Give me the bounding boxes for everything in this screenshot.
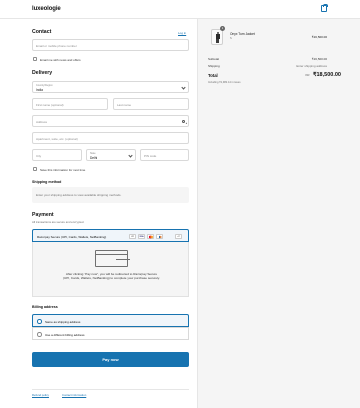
shopping-bag-icon[interactable]: [321, 4, 328, 12]
shipping-message: Enter your shipping address to view avai…: [36, 193, 122, 197]
shipping-heading: Shipping method: [32, 180, 62, 184]
store-logo[interactable]: luxeologie: [32, 6, 61, 12]
shipping-label: Shipping: [208, 64, 220, 68]
product-name: Onyx Turn Jacket: [230, 32, 255, 36]
razorpay-option[interactable]: Razorpay Secure (UPI, Cards, Wallets, Ne…: [32, 229, 189, 242]
total-label: Total: [208, 73, 218, 78]
news-checkbox[interactable]: [33, 57, 37, 61]
city-placeholder: City: [36, 154, 42, 158]
currency-code: INR: [305, 74, 310, 77]
last-name-field[interactable]: Last name: [113, 98, 189, 110]
email-placeholder: Email or mobile phone number: [36, 44, 77, 48]
first-name-field[interactable]: First name (optional): [32, 98, 108, 110]
footer-divider: [32, 389, 189, 390]
delivery-heading: Delivery: [32, 70, 53, 76]
more-methods-badge: +17: [175, 234, 182, 239]
header: luxeologie: [0, 0, 360, 19]
save-info-checkbox[interactable]: [33, 167, 37, 171]
pay-now-button[interactable]: Pay now: [32, 352, 189, 367]
chevron-down-icon: [181, 85, 186, 90]
contact-heading: Contact: [32, 29, 52, 35]
apartment-placeholder: Apartment, suite, etc. (optional): [36, 137, 78, 141]
jacket-image: [215, 32, 220, 43]
billing-same-option[interactable]: Same as shipping address: [32, 314, 189, 327]
pin-code-placeholder: PIN code: [144, 154, 157, 158]
product-price: ₹16,500.00: [311, 35, 327, 39]
product-variant: S: [230, 37, 232, 40]
rupay-icon: [156, 234, 163, 239]
refund-policy-link[interactable]: Refund policy: [32, 393, 49, 397]
billing-heading: Billing address: [32, 305, 58, 309]
radio-selected-icon: [37, 319, 42, 324]
razorpay-label: Razorpay Secure (UPI, Cards, Wallets, Ne…: [37, 234, 107, 239]
last-name-placeholder: Last name: [117, 103, 132, 107]
country-select[interactable]: Country/Region India: [32, 81, 189, 93]
state-select[interactable]: State Delhi: [86, 149, 136, 161]
country-value: India: [36, 87, 43, 92]
subtotal-value: ₹16,500.00: [311, 57, 327, 61]
visa-icon: VISA: [138, 234, 145, 239]
apartment-field[interactable]: Apartment, suite, etc. (optional): [32, 132, 189, 144]
news-checkbox-label: Email me with news and offers: [40, 57, 81, 62]
email-field[interactable]: Email or mobile phone number: [32, 39, 189, 51]
save-info-label: Save this information for next time: [40, 167, 86, 172]
mastercard-icon: [147, 234, 154, 239]
product-thumbnail: [211, 29, 223, 45]
redirect-browser-icon: [95, 250, 130, 267]
address-field[interactable]: Address: [32, 115, 189, 127]
subtotal-label: Subtotal: [208, 57, 220, 61]
billing-same-label: Same as shipping address: [45, 319, 81, 324]
first-name-placeholder: First name (optional): [36, 103, 64, 107]
state-value: Delhi: [90, 155, 98, 160]
total-value: ₹18,500.00: [313, 72, 341, 78]
city-field[interactable]: City: [32, 149, 82, 161]
payment-redirect-panel: After clicking “Pay now”, you will be re…: [32, 242, 189, 297]
payment-heading: Payment: [32, 212, 54, 218]
contact-information-link[interactable]: Contact information: [62, 393, 86, 397]
radio-icon: [37, 332, 42, 337]
tax-note: Including ₹1,982.14 in taxes: [208, 81, 241, 84]
search-icon: [182, 119, 185, 123]
pin-code-field[interactable]: PIN code: [140, 149, 189, 161]
redirect-message: After clicking “Pay now”, you will be re…: [63, 272, 160, 281]
billing-different-label: Use a different billing address: [45, 332, 85, 337]
upi-icon: UPI: [129, 234, 136, 239]
login-link[interactable]: Log in: [178, 31, 186, 35]
quantity-badge: 1: [220, 26, 225, 31]
shipping-value: Enter shipping address: [296, 64, 327, 68]
chevron-down-icon: [128, 153, 133, 158]
billing-different-option[interactable]: Use a different billing address: [32, 327, 189, 340]
payment-subtitle: All transactions are secure and encrypte…: [32, 219, 85, 224]
shipping-methods-box: Enter your shipping address to view avai…: [32, 187, 189, 203]
address-placeholder: Address: [36, 120, 48, 124]
